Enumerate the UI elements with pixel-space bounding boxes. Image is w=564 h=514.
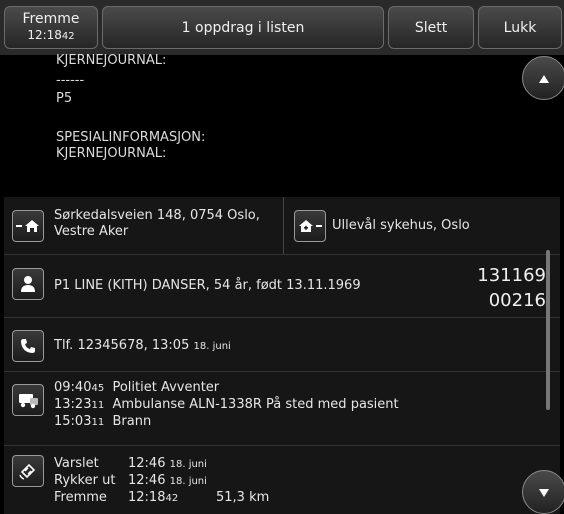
patient-text: P1 LINE (KITH) DANSER, 54 år, født 13.11… <box>54 278 361 293</box>
patient-id-part1: 131169 <box>477 265 546 286</box>
log-row: 09:4045 Politiet Avventer 13:2311 Ambula… <box>4 372 560 446</box>
info-line: KJERNEJOURNAL: <box>56 146 167 161</box>
status-time-main: 12:18 <box>27 27 62 42</box>
info-panel: KJERNEJOURNAL: ------ P5 SPESIALINFORMAS… <box>4 53 560 197</box>
phone-date: 18. juni <box>193 341 231 352</box>
scroll-down-button[interactable] <box>522 470 564 514</box>
fremme-time-value: 12:18 <box>128 490 166 505</box>
info-line: P5 <box>56 91 73 106</box>
chevron-down-icon <box>538 483 550 502</box>
to-address: Ullevål sykehus, Oslo <box>332 218 470 233</box>
log-sec: 11 <box>91 417 105 428</box>
log-text: Politiet Avventer <box>112 380 220 395</box>
close-label: Lukk <box>503 19 537 36</box>
delete-label: Slett <box>414 19 448 36</box>
fremme-time: 12:1842 <box>128 490 178 507</box>
rykker-label: Rykker ut <box>54 473 116 488</box>
info-line: SPESIALINFORMASJON: <box>56 130 206 145</box>
phone-text: Tlf. 12345678, 13:05 18. juni <box>54 338 231 355</box>
status-time: 12:1842 <box>27 27 74 45</box>
fremme-line: Fremme <box>54 490 107 506</box>
rykker-line: Rykker ut <box>54 473 115 489</box>
from-address-line2: Vestre Aker <box>54 224 129 239</box>
status-time-sec: 42 <box>61 30 75 42</box>
varslet-line: Varslet <box>54 456 99 472</box>
log-entry: 13:2311 Ambulanse ALN-1338R På sted med … <box>54 397 399 414</box>
satellite-icon[interactable] <box>12 455 44 487</box>
rykker-date: 18. juni <box>169 476 207 487</box>
address-row: Sørkedalsveien 148, 0754 Oslo, Vestre Ak… <box>4 197 560 255</box>
log-text: Brann <box>112 414 152 429</box>
log-time: 15:03 <box>54 414 92 429</box>
log-entry: 09:4045 Politiet Avventer <box>54 380 219 397</box>
mission-list-label: 1 oppdrag i listen <box>181 19 305 36</box>
phone-icon[interactable] <box>12 330 44 362</box>
top-toolbar: Fremme 12:1842 1 oppdrag i listen Slett … <box>0 0 564 55</box>
info-line: KJERNEJOURNAL: <box>56 53 167 68</box>
hospital-arrow-icon[interactable] <box>294 210 326 242</box>
log-sec: 11 <box>91 400 105 411</box>
scroll-up-button[interactable] <box>522 56 564 100</box>
patient-row: P1 LINE (KITH) DANSER, 54 år, født 13.11… <box>4 255 560 318</box>
log-text: Ambulanse ALN-1338R På sted med pasient <box>112 397 399 412</box>
home-arrow-icon[interactable] <box>12 210 44 242</box>
rykker-time-value: 12:46 <box>128 473 166 488</box>
phone-number: Tlf. 12345678, 13:05 <box>54 338 190 353</box>
person-icon[interactable] <box>12 268 44 300</box>
status-button[interactable]: Fremme 12:1842 <box>4 6 98 49</box>
varslet-label: Varslet <box>54 456 99 471</box>
delete-button[interactable]: Slett <box>388 6 474 49</box>
fremme-label: Fremme <box>54 490 107 505</box>
fremme-sec: 42 <box>165 493 179 504</box>
close-button[interactable]: Lukk <box>478 6 562 49</box>
patient-id-part2: 00216 <box>488 290 546 311</box>
info-line: ------ <box>56 73 85 88</box>
status-label: Fremme <box>22 10 80 27</box>
log-time: 09:40 <box>54 380 92 395</box>
varslet-date: 18. juni <box>169 459 207 470</box>
phone-row: Tlf. 12345678, 13:05 18. juni <box>4 318 560 372</box>
mission-detail: KJERNEJOURNAL: ------ P5 SPESIALINFORMAS… <box>4 53 560 514</box>
address-divider <box>283 197 284 254</box>
varslet-time-value: 12:46 <box>128 456 166 471</box>
chevron-up-icon <box>538 69 550 88</box>
log-sec: 45 <box>91 383 105 394</box>
distance: 51,3 km <box>216 490 270 505</box>
from-address-line1: Sørkedalsveien 148, 0754 Oslo, <box>54 208 260 223</box>
log-entry: 15:0311 Brann <box>54 414 151 431</box>
rykker-time: 12:46 18. juni <box>128 473 207 490</box>
log-time: 13:23 <box>54 397 92 412</box>
mission-list-button[interactable]: 1 oppdrag i listen <box>102 6 384 49</box>
varslet-time: 12:46 18. juni <box>128 456 207 473</box>
scrollbar[interactable] <box>546 250 550 410</box>
vehicle-icon[interactable] <box>12 384 44 416</box>
timeline-row: Varslet 12:46 18. juni Rykker ut 12:46 1… <box>4 446 560 514</box>
